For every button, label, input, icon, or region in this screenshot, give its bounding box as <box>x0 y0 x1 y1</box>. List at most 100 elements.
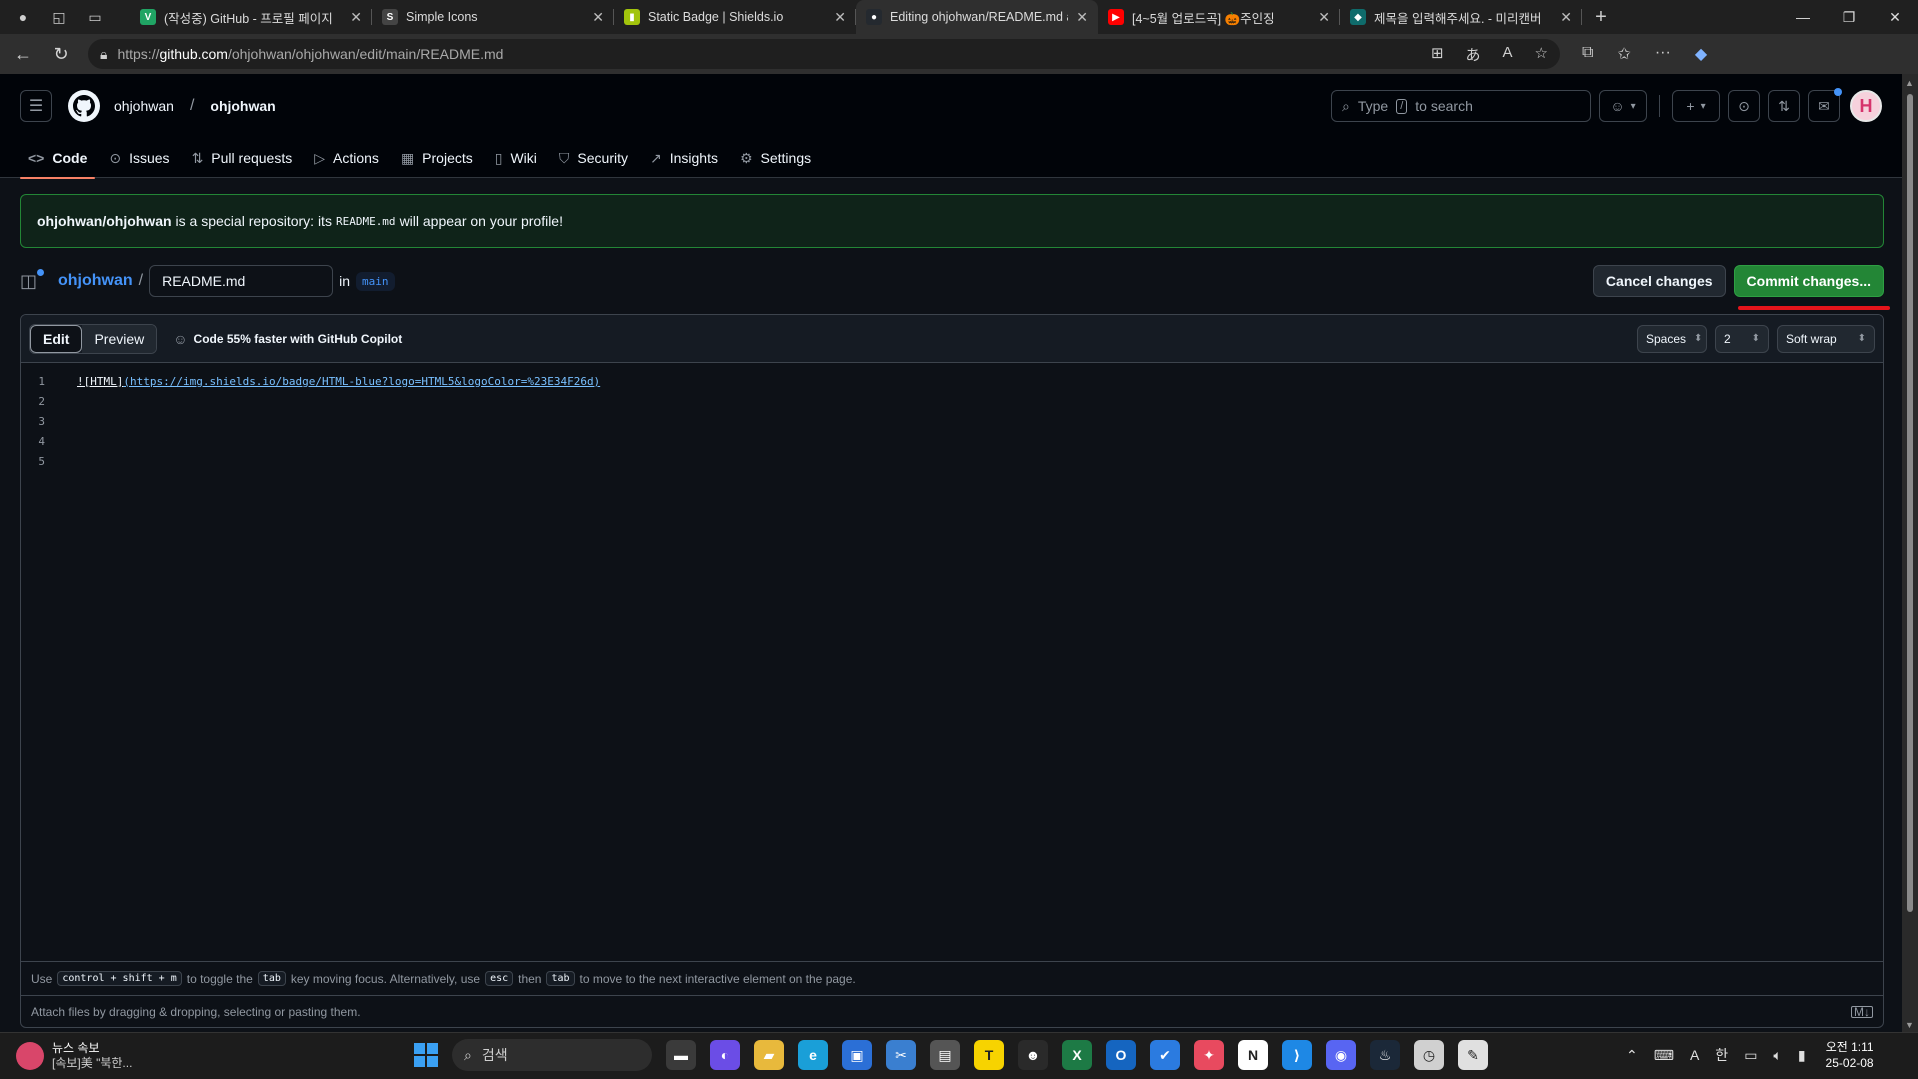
close-tab-icon[interactable]: ✕ <box>834 9 846 26</box>
tab-settings[interactable]: ⚙ Settings <box>732 138 819 178</box>
tab-issues[interactable]: ⊙ Issues <box>101 138 177 178</box>
outlook-icon[interactable]: O <box>1106 1040 1136 1070</box>
scrollbar-thumb[interactable] <box>1907 94 1913 912</box>
commit-changes-button[interactable]: Commit changes... <box>1733 265 1884 297</box>
favorites-icon[interactable]: ✩ <box>1617 44 1630 64</box>
repo-breadcrumb[interactable]: ohjohwan <box>210 98 275 114</box>
github-search-input[interactable]: ⌕ Type / to search <box>1331 90 1591 122</box>
tab-preview[interactable]: Preview <box>82 324 157 353</box>
copilot-menu-button[interactable]: ☺ ▾ <box>1599 90 1647 122</box>
volume-icon[interactable]: 🔈︎ <box>1773 1047 1781 1064</box>
network-icon[interactable]: ▭ <box>1744 1047 1757 1064</box>
code-line[interactable]: 3 <box>21 411 1883 431</box>
tab-insights[interactable]: ↗ Insights <box>642 138 726 178</box>
indent-size-select[interactable]: 2 ⬍ <box>1715 324 1769 353</box>
notifications-button[interactable]: ✉ <box>1808 88 1842 122</box>
github-logo-icon[interactable] <box>68 90 100 122</box>
close-tab-icon[interactable]: ✕ <box>592 9 604 26</box>
tab-code[interactable]: <> Code <box>20 138 96 179</box>
browser-tab[interactable]: S Simple Icons ✕ <box>372 0 614 34</box>
filename-input[interactable] <box>149 265 334 297</box>
workspaces-icon[interactable]: ◱ <box>48 6 70 28</box>
tab-actions[interactable]: ▷ Actions <box>306 138 387 178</box>
close-tab-icon[interactable]: ✕ <box>1076 9 1088 26</box>
browser-tab[interactable]: ▶ [4~5월 업로드곡] 🎃주인징 ✕ <box>1098 0 1340 34</box>
pull-requests-button[interactable]: ⇅ <box>1768 90 1800 122</box>
code-line[interactable]: 4 <box>21 431 1883 451</box>
tab-pull-requests[interactable]: ⇅ Pull requests <box>184 138 301 178</box>
url-field[interactable]: 🔒︎ https://github.com/ohjohwan/ohjohwan/… <box>88 39 1560 69</box>
folder-icon[interactable]: ▰ <box>754 1040 784 1070</box>
copilot-icon[interactable]: ◆ <box>1695 44 1707 64</box>
code-line[interactable]: 1 ![HTML](https://img.shields.io/badge/HT… <box>21 371 1883 391</box>
browser-tab[interactable]: ● Editing ohjohwan/README.md at ✕ <box>856 0 1098 34</box>
file-tree-icon[interactable]: ◫ <box>20 268 44 292</box>
refresh-icon[interactable]: ↻ <box>50 44 72 65</box>
notepad-icon[interactable]: ▤ <box>930 1040 960 1070</box>
hamburger-menu-icon[interactable]: ☰ <box>20 90 52 122</box>
scroll-down-icon[interactable]: ▼ <box>1905 1020 1914 1030</box>
close-tab-icon[interactable]: ✕ <box>1560 9 1572 26</box>
windows-start-icon[interactable] <box>414 1043 438 1067</box>
alien-icon[interactable]: ☻ <box>1018 1040 1048 1070</box>
game-icon[interactable]: ✦ <box>1194 1040 1224 1070</box>
tab-security[interactable]: ⛉ Security <box>551 138 636 178</box>
minimize-icon[interactable]: — <box>1780 9 1826 25</box>
favorite-star-icon[interactable]: ☆ <box>1535 44 1548 65</box>
tab-actions-icon[interactable]: ▭ <box>84 6 106 28</box>
font-indicator[interactable]: A <box>1690 1047 1699 1063</box>
vscode-icon[interactable]: ⟩ <box>1282 1040 1312 1070</box>
cancel-changes-button[interactable]: Cancel changes <box>1592 265 1726 297</box>
create-new-button[interactable]: + ▾ <box>1672 90 1720 122</box>
store-icon[interactable]: ▣ <box>842 1040 872 1070</box>
code-area[interactable]: 1 ![HTML](https://img.shields.io/badge/HT… <box>21 363 1883 471</box>
browser-tab[interactable]: ◆ 제목을 입력해주세요. - 미리캔버 ✕ <box>1340 0 1582 34</box>
edge-icon[interactable]: e <box>798 1040 828 1070</box>
tab-projects[interactable]: ▦ Projects <box>393 138 481 178</box>
scroll-up-icon[interactable]: ▲ <box>1905 78 1914 88</box>
clock-app-icon[interactable]: ◷ <box>1414 1040 1444 1070</box>
browser-tab[interactable]: ▮ Static Badge | Shields.io ✕ <box>614 0 856 34</box>
close-tab-icon[interactable]: ✕ <box>1318 9 1330 26</box>
file-explorer-icon[interactable]: ▬ <box>666 1040 696 1070</box>
translate-icon[interactable]: あ <box>1466 44 1481 65</box>
kakaotalk-icon[interactable]: T <box>974 1040 1004 1070</box>
browser-tab[interactable]: V (작성중) GitHub - 프로필 페이지 ✕ <box>130 0 372 34</box>
read-aloud-icon[interactable]: A <box>1503 44 1513 65</box>
restore-icon[interactable]: ❐ <box>1826 9 1872 26</box>
copilot-app-icon[interactable]: ◐ <box>710 1040 740 1070</box>
wrap-mode-select[interactable]: Soft wrap ⬍ <box>1777 324 1875 353</box>
tab-edit[interactable]: Edit <box>30 324 83 353</box>
owner-breadcrumb[interactable]: ohjohwan <box>114 98 174 114</box>
back-icon[interactable]: ← <box>12 44 34 65</box>
indent-mode-select[interactable]: Spaces ⬍ <box>1637 324 1707 353</box>
more-menu-icon[interactable]: ··· <box>1655 44 1671 64</box>
code-line[interactable]: 2 <box>21 391 1883 411</box>
close-window-icon[interactable]: ✕ <box>1872 9 1918 26</box>
excel-icon[interactable]: X <box>1062 1040 1092 1070</box>
issues-button[interactable]: ⊙ <box>1728 90 1760 122</box>
code-line[interactable]: 5 <box>21 451 1883 471</box>
profile-icon[interactable]: ● <box>12 6 34 28</box>
new-tab-icon[interactable]: + <box>1590 6 1612 28</box>
clock[interactable]: 오전 1:11 25-02-08 <box>1826 1039 1874 1071</box>
path-owner-link[interactable]: ohjohwan <box>58 272 133 290</box>
discord-icon[interactable]: ◉ <box>1326 1040 1356 1070</box>
taskbar-search[interactable]: ⌕ 검색 <box>452 1039 652 1071</box>
copilot-promo[interactable]: ☺ Code 55% faster with GitHub Copilot <box>173 331 402 347</box>
snipping-icon[interactable]: ✂ <box>886 1040 916 1070</box>
keyboard-icon[interactable]: ⌨ <box>1654 1047 1674 1064</box>
steam-icon[interactable]: ♨ <box>1370 1040 1400 1070</box>
todo-icon[interactable]: ✔ <box>1150 1040 1180 1070</box>
attach-files-bar[interactable]: Attach files by dragging & dropping, sel… <box>21 995 1883 1027</box>
notion-icon[interactable]: N <box>1238 1040 1268 1070</box>
language-indicator[interactable]: 한 <box>1715 1045 1728 1065</box>
app-available-icon[interactable]: ⊞ <box>1431 44 1444 65</box>
news-widget[interactable]: 뉴스 속보 [속보]美 "북한... <box>0 1041 200 1071</box>
battery-icon[interactable]: ▮ <box>1798 1047 1806 1064</box>
avatar[interactable]: H <box>1850 90 1882 122</box>
close-tab-icon[interactable]: ✕ <box>350 9 362 26</box>
tab-wiki[interactable]: ▯ Wiki <box>487 138 545 178</box>
extensions-icon[interactable]: ⧉ <box>1582 44 1593 64</box>
chevron-up-icon[interactable]: ⌃ <box>1626 1047 1638 1064</box>
